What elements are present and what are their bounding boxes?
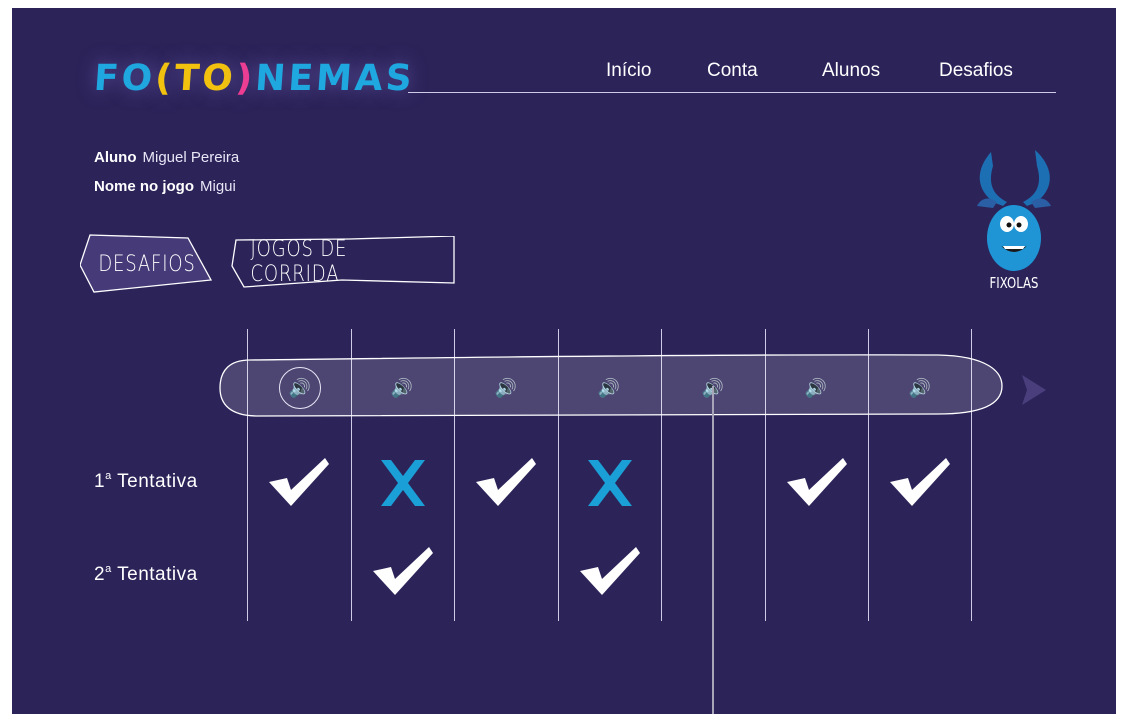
- speaker-icon: 🔊: [288, 377, 312, 398]
- nav-item-alunos[interactable]: Alunos: [822, 60, 880, 82]
- logo-part: TO: [173, 58, 238, 99]
- logo: FO(TO)NEMAS: [93, 58, 416, 99]
- speaker-icon: 🔊: [804, 377, 828, 398]
- sound-button[interactable]: 🔊: [794, 366, 838, 410]
- sound-button[interactable]: 🔊: [587, 366, 631, 410]
- row-number: 1: [94, 471, 106, 492]
- aluno-label: Aluno: [94, 149, 137, 166]
- check-icon: [373, 547, 433, 595]
- mascot-name: FIXOLAS: [989, 274, 1039, 292]
- app-window: FO(TO)NEMAS Início Conta Alunos Desafios…: [12, 8, 1116, 714]
- sound-button[interactable]: 🔊: [380, 366, 424, 410]
- nome-no-jogo-label: Nome no jogo: [94, 178, 194, 195]
- nav-item-conta[interactable]: Conta: [707, 60, 758, 82]
- cursor-line: [712, 386, 714, 714]
- check-icon: [890, 458, 950, 506]
- tab-desafios[interactable]: DESAFIOS: [80, 232, 214, 296]
- row-text: Tentativa: [117, 471, 198, 492]
- row-text: Tentativa: [117, 564, 198, 585]
- sound-button[interactable]: 🔊: [484, 366, 528, 410]
- cross-icon: [588, 460, 632, 506]
- check-icon: [476, 458, 536, 506]
- row-label-second-attempt: 2a Tentativa: [94, 563, 198, 586]
- speaker-icon: 🔊: [494, 377, 518, 398]
- cross-icon: [381, 460, 425, 506]
- nome-no-jogo-value: Migui: [200, 178, 236, 195]
- speaker-icon: 🔊: [597, 377, 621, 398]
- next-arrow-icon[interactable]: [1018, 372, 1050, 408]
- nav-item-desafios[interactable]: Desafios: [939, 60, 1013, 82]
- check-icon: [580, 547, 640, 595]
- game-name-row: Nome no jogo Migui: [94, 178, 236, 195]
- row-ordinal: a: [105, 470, 112, 482]
- student-name-row: Aluno Miguel Pereira: [94, 149, 239, 166]
- tab-desafios-label: DESAFIOS: [98, 251, 196, 277]
- tab-jogos-label: JOGOS DE CORRIDA: [250, 237, 348, 287]
- nav-item-inicio[interactable]: Início: [606, 60, 651, 82]
- speaker-icon: 🔊: [908, 377, 932, 398]
- check-icon: [269, 458, 329, 506]
- check-icon: [787, 458, 847, 506]
- aluno-value: Miguel Pereira: [142, 149, 240, 166]
- sound-button[interactable]: 🔊: [898, 366, 942, 410]
- logo-part: NEMAS: [253, 58, 417, 99]
- row-number: 2: [94, 564, 106, 585]
- row-ordinal: a: [105, 563, 112, 575]
- top-nav: Início Conta Alunos Desafios: [408, 60, 1056, 93]
- sound-button[interactable]: 🔊: [279, 367, 321, 409]
- tab-jogos-de-corrida[interactable]: JOGOS DE CORRIDA: [230, 236, 458, 288]
- speaker-icon: 🔊: [390, 377, 414, 398]
- logo-part: FO: [92, 58, 157, 99]
- row-label-first-attempt: 1a Tentativa: [94, 470, 198, 493]
